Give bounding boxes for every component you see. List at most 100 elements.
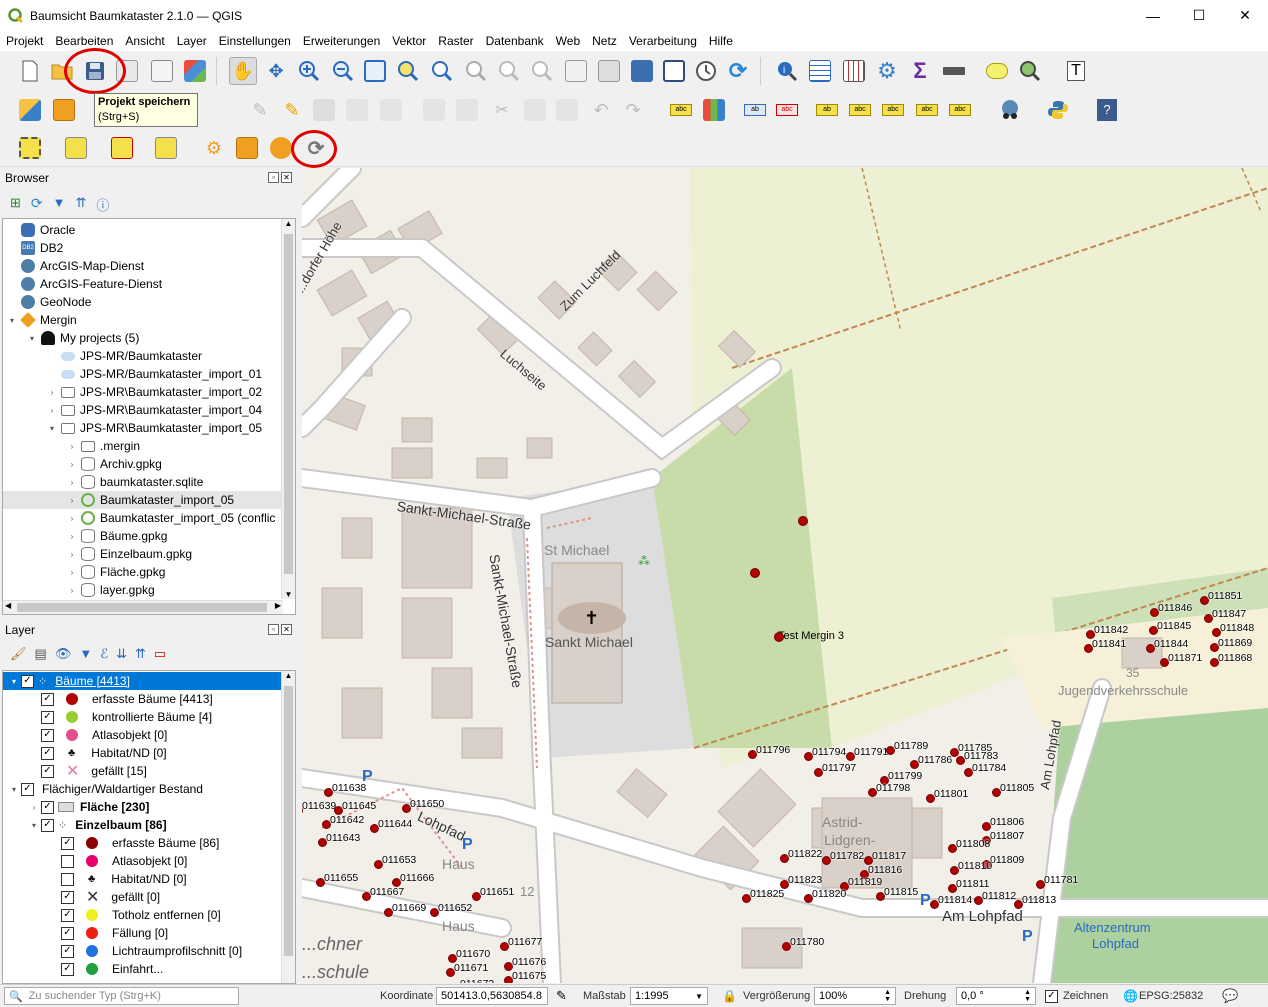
scroll-up-arrow-icon[interactable]: ▲ (282, 219, 295, 228)
layer-visibility-checkbox[interactable]: ✓ (61, 836, 74, 850)
render-checkbox[interactable]: ✓ (1045, 989, 1058, 1003)
crs-globe-icon[interactable]: 🌐 (1123, 989, 1138, 1003)
browser-item[interactable]: JPS-MR/Baumkataster (47, 347, 202, 365)
browser-horizontal-scrollbar[interactable]: ◀ ▶ (3, 600, 283, 614)
tree-point[interactable] (750, 568, 760, 578)
mergin-create-button[interactable] (233, 134, 261, 162)
expand-arrow-icon[interactable]: ▾ (27, 821, 41, 830)
layer-visibility-checkbox[interactable] (61, 872, 74, 886)
refresh-button[interactable]: ⟳ (724, 57, 752, 85)
change-label-button[interactable]: abc (913, 96, 941, 124)
layer-visibility-checkbox[interactable]: ✓ (61, 926, 74, 940)
browser-item[interactable]: › Fläche.gpkg (67, 563, 165, 581)
browser-item[interactable]: › Archiv.gpkg (67, 455, 162, 473)
select-location-button[interactable] (152, 134, 180, 162)
expand-arrow-icon[interactable]: ▾ (47, 424, 57, 433)
zoom-selection-button[interactable] (394, 57, 422, 85)
zoom-next-button[interactable] (528, 57, 556, 85)
magnifier-spinbox[interactable]: 100% ▲ ▼ (814, 987, 896, 1005)
layer-visibility-checkbox[interactable]: ✓ (41, 764, 54, 778)
show-bookmarks-button[interactable] (595, 57, 623, 85)
expand-arrow-icon[interactable]: ▾ (7, 677, 21, 686)
mergin-settings-button[interactable]: ⚙ (200, 134, 228, 162)
edit-button[interactable]: ✎ (246, 96, 274, 124)
refresh-icon[interactable]: ⟳ (31, 195, 43, 214)
map-view-button[interactable] (660, 57, 688, 85)
lock-icon[interactable]: 🔒 (722, 989, 737, 1003)
expand-arrow-icon[interactable]: › (67, 496, 77, 505)
expand-arrow-icon[interactable]: › (67, 568, 77, 577)
mergin-button[interactable] (50, 96, 78, 124)
layer-item[interactable]: ✓ erfasste Bäume [4413] (3, 690, 282, 708)
pan-map-button[interactable]: ✋ (229, 57, 257, 85)
browser-item[interactable]: DB2 DB2 (7, 239, 63, 257)
temporal-button[interactable] (628, 57, 656, 85)
tree-point[interactable] (798, 516, 808, 526)
layer-item[interactable]: ✓ Atlasobjekt [0] (3, 726, 282, 744)
zoom-last-button[interactable] (495, 57, 523, 85)
zoom-layer-button[interactable] (428, 57, 456, 85)
layer-visibility-checkbox[interactable]: ✓ (61, 890, 74, 904)
diagram-button[interactable] (700, 96, 728, 124)
browser-item[interactable]: › baumkataster.sqlite (67, 473, 203, 491)
expand-arrow-icon[interactable]: › (67, 586, 77, 595)
layer-item[interactable]: ✓ ♣ Habitat/ND [0] (3, 744, 282, 762)
layer-visibility-checkbox[interactable]: ✓ (41, 692, 54, 706)
new-bookmark-button[interactable] (562, 57, 590, 85)
label-properties-button[interactable]: abc (946, 96, 974, 124)
undo-button[interactable]: ↶ (587, 96, 615, 124)
browser-item[interactable]: › Einzelbaum.gpkg (67, 545, 192, 563)
map-canvas[interactable]: Sankt-Michael-Straße Sankt-Michael-Straße… (302, 168, 1268, 983)
layer-visibility-checkbox[interactable]: ✓ (61, 944, 74, 958)
expand-all-icon[interactable]: ⇊ (116, 646, 127, 662)
layer-item[interactable]: ✓ Totholz entfernen [0] (3, 906, 282, 924)
scroll-right-arrow-icon[interactable]: ▶ (275, 601, 281, 610)
add-layer-button[interactable] (16, 96, 44, 124)
layer-item[interactable]: ▾ ✓ ⁘ Bäume [4413] (3, 672, 282, 690)
layer-visibility-checkbox[interactable]: ✓ (41, 818, 54, 832)
field-calculator-button[interactable] (840, 57, 868, 85)
menu-layer[interactable]: Layer (171, 34, 213, 48)
new-project-button[interactable] (16, 57, 44, 85)
layer-item[interactable]: ✓ erfasste Bäume [86] (3, 834, 282, 852)
layer-visibility-checkbox[interactable]: ✓ (41, 728, 54, 742)
zoom-out-button[interactable] (329, 57, 357, 85)
layer-visibility-checkbox[interactable]: ✓ (41, 746, 54, 760)
layer-item[interactable]: ✓ kontrollierte Bäume [4] (3, 708, 282, 726)
browser-item[interactable]: › JPS-MR\Baumkataster_import_02 (47, 383, 262, 401)
menu-bearbeiten[interactable]: Bearbeiten (49, 34, 119, 48)
expand-arrow-icon[interactable]: › (27, 803, 41, 812)
deselect-button[interactable] (108, 134, 136, 162)
layer-item[interactable]: ✓ Lichtraumprofilschnitt [0] (3, 942, 282, 960)
browser-item[interactable]: › Baumkataster_import_05 (conflic (67, 509, 275, 527)
rotation-spinbox[interactable]: 0,0 ° ▲ ▼ (956, 987, 1036, 1005)
add-selected-icon[interactable]: ⊞ (10, 195, 21, 214)
browser-item[interactable]: › Baumkataster_import_05 (3, 491, 283, 509)
layer-item[interactable]: › ✓ Fläche [230] (3, 798, 282, 816)
browser-item[interactable]: › .mergin (67, 437, 140, 455)
float-panel-icon[interactable]: ▫ (268, 624, 279, 635)
expand-arrow-icon[interactable]: ▾ (27, 334, 37, 343)
zoom-in-button[interactable] (295, 57, 323, 85)
copy-button[interactable] (521, 96, 549, 124)
statistics-button[interactable]: Σ (906, 57, 934, 85)
menu-hilfe[interactable]: Hilfe (703, 34, 739, 48)
python-console-button[interactable] (1044, 96, 1072, 124)
expand-arrow-icon[interactable]: › (67, 442, 77, 451)
layer-item[interactable]: ♣ Habitat/ND [0] (3, 870, 282, 888)
pin-labels-button[interactable]: ab (741, 96, 769, 124)
expand-arrow-icon[interactable]: › (67, 550, 77, 559)
highlight-labels-button[interactable]: abc (773, 96, 801, 124)
layer-visibility-checkbox[interactable]: ✓ (41, 710, 54, 724)
add-group-icon[interactable]: ▤ (35, 646, 47, 662)
menu-projekt[interactable]: Projekt (0, 34, 49, 48)
print-layout-button[interactable] (148, 57, 176, 85)
menu-verarbeitung[interactable]: Verarbeitung (623, 34, 703, 48)
redo-button[interactable]: ↷ (619, 96, 647, 124)
info-icon[interactable]: ⓘ (96, 195, 109, 214)
layer-visibility-checkbox[interactable] (61, 854, 74, 868)
attribute-table-button[interactable] (806, 57, 834, 85)
layer-vertical-scrollbar[interactable]: ▲ (281, 671, 295, 983)
browser-item[interactable]: GeoNode (7, 293, 91, 311)
rotate-label-button[interactable]: abc (879, 96, 907, 124)
